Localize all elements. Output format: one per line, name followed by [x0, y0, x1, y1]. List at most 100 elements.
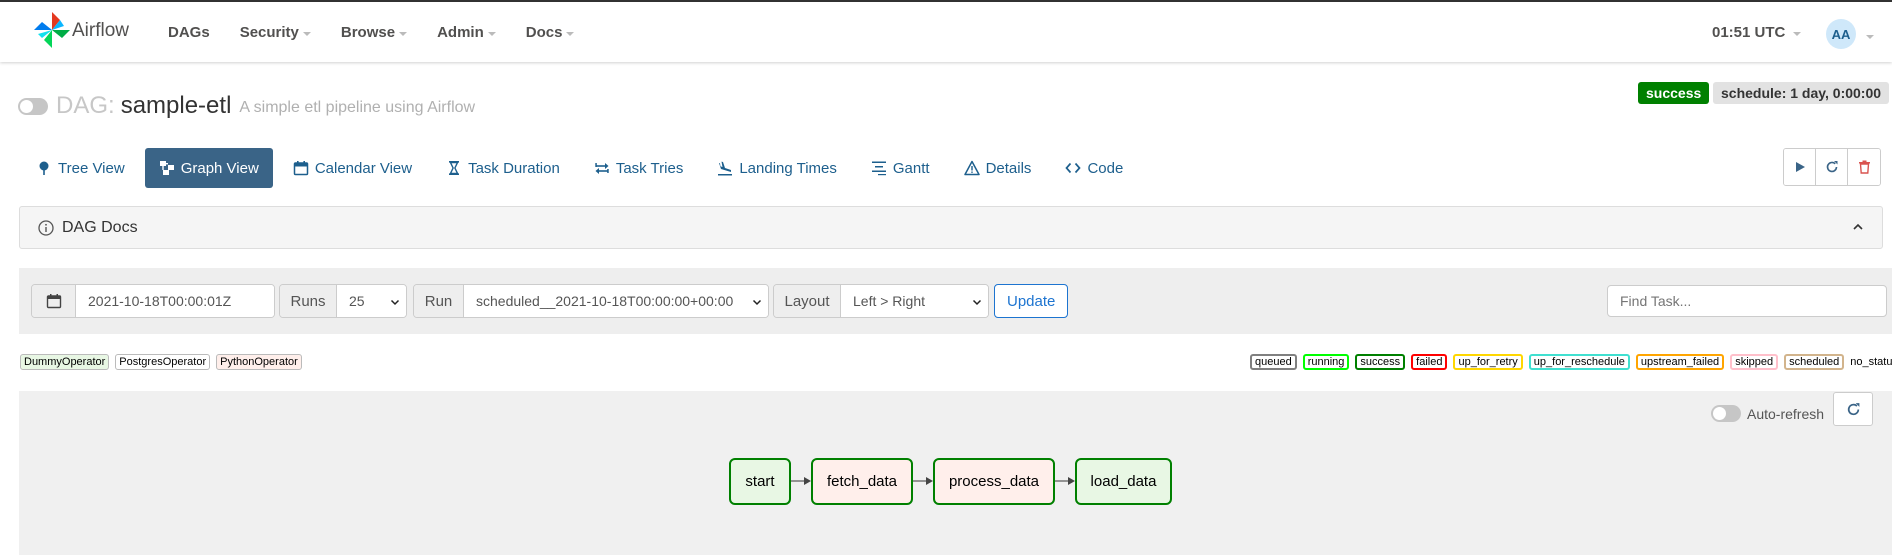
calendar-button[interactable] — [32, 285, 76, 317]
main-menu: DAGs Security Browse Admin Docs — [168, 24, 604, 41]
operator-legend-item: DummyOperator — [20, 354, 110, 370]
chevron-down-icon — [1866, 35, 1874, 39]
nav-menu-label: Security — [239, 24, 299, 41]
tab-details[interactable]: Details — [950, 148, 1046, 188]
warning-icon — [963, 160, 980, 176]
dag-graph-canvas[interactable]: Auto-refresh start fetch_data process_data… — [19, 391, 1892, 555]
layout-select[interactable]: Left > Right — [841, 285, 988, 317]
tab-tree-view[interactable]: Tree View — [22, 148, 139, 188]
state-legend-no-status[interactable]: no_status — [1850, 354, 1892, 370]
tab-code[interactable]: Code — [1051, 148, 1137, 188]
state-legend-up-for-retry[interactable]: up_for_retry — [1453, 354, 1523, 370]
dag-status-badge: success — [1638, 82, 1710, 104]
chevron-up-icon[interactable] — [1852, 221, 1864, 233]
tab-label: Calendar View — [314, 159, 413, 177]
utc-clock[interactable]: 01:51 UTC — [1712, 24, 1785, 41]
dag-docs-title: DAG Docs — [62, 218, 138, 236]
nav-menu-browse[interactable]: Browse — [340, 24, 408, 41]
tree-icon — [36, 160, 52, 176]
state-legend-failed[interactable]: failed — [1411, 354, 1448, 370]
tab-landing-times[interactable]: Landing Times — [703, 148, 851, 188]
dag-header: DAG: sample-etl A simple etl pipeline us… — [18, 92, 475, 120]
update-button[interactable]: Update — [994, 284, 1069, 318]
chevron-down-icon — [752, 299, 762, 306]
base-date-group: 2021-10-18T00:00:01Z — [31, 284, 275, 318]
nav-menu-admin[interactable]: Admin — [437, 24, 496, 41]
nav-menu-label: Browse — [340, 24, 396, 41]
calendar-icon — [46, 294, 61, 309]
refresh-icon — [1847, 402, 1859, 415]
trigger-dag-button[interactable] — [1784, 149, 1816, 185]
hourglass-icon — [446, 160, 462, 176]
tab-graph-view[interactable]: Graph View — [144, 148, 273, 188]
airflow-logo-icon[interactable] — [32, 10, 72, 50]
runs-group: Runs 25 — [279, 284, 407, 318]
delete-dag-button[interactable] — [1848, 149, 1880, 185]
arrow-head-icon — [926, 477, 933, 485]
runs-label: Runs — [280, 285, 337, 317]
tab-task-duration[interactable]: Task Duration — [432, 148, 574, 188]
state-legend-scheduled[interactable]: scheduled — [1784, 354, 1845, 370]
tab-task-tries[interactable]: Task Tries — [580, 148, 698, 188]
runs-select[interactable]: 25 — [337, 285, 406, 317]
tab-label: Task Duration — [468, 159, 560, 177]
state-legend-up-for-reschedule[interactable]: up_for_reschedule — [1528, 354, 1630, 370]
dag-id: sample-etl — [120, 92, 232, 119]
state-legend: queued running success failed up_for_retry up… — [1250, 354, 1892, 370]
chevron-down-icon — [972, 299, 982, 306]
chevron-down-icon — [390, 299, 400, 306]
nav-menu-docs[interactable]: Docs — [526, 24, 575, 41]
operator-legend: DummyOperator PostgresOperator PythonOpera… — [20, 354, 308, 370]
state-legend-upstream-failed[interactable]: upstream_failed — [1635, 354, 1725, 370]
operator-legend-item: PostgresOperator — [115, 354, 211, 370]
base-date-input[interactable]: 2021-10-18T00:00:01Z — [76, 285, 274, 317]
tab-calendar-view[interactable]: Calendar View — [279, 148, 426, 188]
run-select[interactable]: scheduled__2021-10-18T00:00:00+00:00 — [464, 285, 768, 317]
brand-name[interactable]: Airflow — [72, 20, 129, 42]
chevron-down-icon — [399, 31, 408, 36]
landing-icon — [717, 160, 733, 176]
refresh-dag-button[interactable] — [1816, 149, 1848, 185]
auto-refresh-label: Auto-refresh — [1747, 405, 1825, 422]
runs-value: 25 — [349, 293, 365, 309]
tab-label: Landing Times — [739, 159, 837, 177]
tab-label: Tree View — [58, 159, 125, 177]
auto-refresh-toggle[interactable] — [1711, 405, 1741, 422]
state-legend-queued[interactable]: queued — [1250, 354, 1297, 370]
task-node-fetch-data[interactable]: fetch_data — [811, 458, 913, 505]
play-icon — [1795, 162, 1805, 172]
graph-refresh-button[interactable] — [1833, 392, 1873, 426]
view-tabs: Tree View Graph View Calendar View Task Dur… — [22, 148, 1143, 188]
tab-label: Graph View — [180, 159, 259, 177]
dag-prefix: DAG: — [56, 92, 115, 119]
dag-description: A simple etl pipeline using Airflow — [239, 99, 476, 116]
tab-label: Details — [985, 159, 1032, 177]
user-avatar[interactable]: AA — [1826, 19, 1856, 49]
task-node-load-data[interactable]: load_data — [1075, 458, 1172, 505]
tab-gantt[interactable]: Gantt — [857, 148, 944, 188]
layout-group: Layout Left > Right — [773, 284, 989, 318]
tab-label: Gantt — [892, 159, 930, 177]
info-icon — [38, 219, 54, 236]
find-task-input[interactable] — [1607, 285, 1887, 317]
state-legend-skipped[interactable]: skipped — [1730, 354, 1779, 370]
tab-label: Task Tries — [615, 159, 684, 177]
nav-menu-label: Admin — [437, 24, 484, 41]
graph-filter-bar: 2021-10-18T00:00:01Z Runs 25 Run schedul… — [19, 268, 1892, 334]
graph-icon — [159, 160, 175, 176]
state-legend-success[interactable]: success — [1355, 354, 1406, 370]
dag-docs-panel[interactable]: DAG Docs — [19, 206, 1883, 249]
calendar-icon — [293, 160, 309, 176]
run-label: Run — [414, 285, 464, 317]
navbar: Airflow DAGs Security Browse Admin Docs 01:5… — [0, 2, 1892, 62]
task-node-start[interactable]: start — [729, 458, 791, 505]
tab-label: Code — [1087, 159, 1124, 177]
nav-menu-dags[interactable]: DAGs — [168, 24, 210, 41]
dag-pause-toggle[interactable] — [18, 97, 48, 115]
nav-menu-security[interactable]: Security — [240, 24, 311, 41]
gantt-icon — [871, 160, 887, 176]
schedule-badge: schedule: 1 day, 0:00:00 — [1713, 82, 1890, 104]
state-legend-running[interactable]: running — [1302, 354, 1350, 370]
task-node-process-data[interactable]: process_data — [933, 458, 1055, 505]
auto-refresh-control: Auto-refresh — [1711, 405, 1824, 422]
